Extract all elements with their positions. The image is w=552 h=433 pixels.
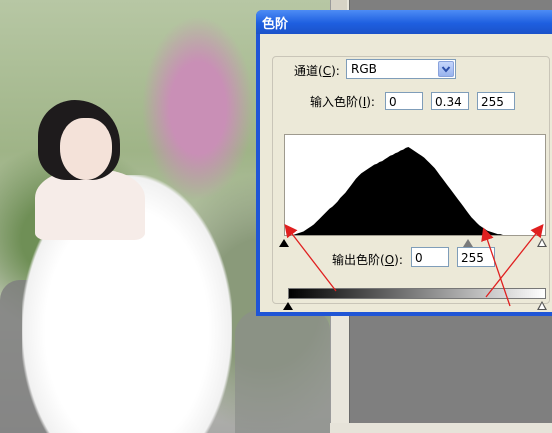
levels-dialog: 色阶 通道(C): RGB 输入色阶(I): 0 0.34 255 输出色阶(O… [256, 10, 552, 316]
channel-select[interactable]: RGB [346, 59, 456, 79]
input-levels-label-pre: 输入色阶( [310, 95, 363, 109]
rock-right [235, 310, 330, 433]
output-black-slider[interactable] [283, 302, 293, 310]
histogram-plot [285, 147, 545, 235]
output-black-field[interactable]: 0 [411, 247, 449, 267]
channel-label-pre: 通道( [294, 64, 323, 78]
chevron-down-icon[interactable] [438, 61, 454, 77]
face [60, 118, 112, 180]
shoulders [35, 170, 145, 240]
channel-value: RGB [351, 62, 377, 76]
input-black-slider[interactable] [279, 239, 289, 247]
dialog-title: 色阶 [262, 17, 289, 32]
input-white-field[interactable]: 255 [477, 92, 515, 110]
output-gradient-bar [288, 288, 546, 299]
input-levels-label: 输入色阶(I): [310, 93, 375, 110]
histogram [284, 134, 546, 236]
dialog-client: 通道(C): RGB 输入色阶(I): 0 0.34 255 输出色阶(O): … [260, 34, 552, 312]
input-gamma-field[interactable]: 0.34 [431, 92, 469, 110]
input-white-slider-fill [539, 240, 545, 246]
input-levels-label-post: ): [366, 95, 375, 109]
output-white-slider-fill [539, 303, 545, 309]
output-levels-label-pre: 输出色阶( [332, 253, 385, 267]
channel-label-post: ): [331, 64, 340, 78]
histogram-shape [285, 147, 545, 235]
output-white-field[interactable]: 255 [457, 247, 495, 267]
input-black-field[interactable]: 0 [385, 92, 423, 110]
output-levels-label-key: O [384, 253, 395, 267]
dialog-titlebar[interactable]: 色阶 [256, 10, 552, 34]
bottom-bar [330, 423, 552, 433]
channel-label: 通道(C): [294, 62, 340, 79]
channel-label-key: C [322, 64, 332, 78]
output-levels-label-post: ): [394, 253, 403, 267]
output-levels-label: 输出色阶(O): [332, 251, 403, 268]
input-gray-slider[interactable] [463, 239, 474, 247]
